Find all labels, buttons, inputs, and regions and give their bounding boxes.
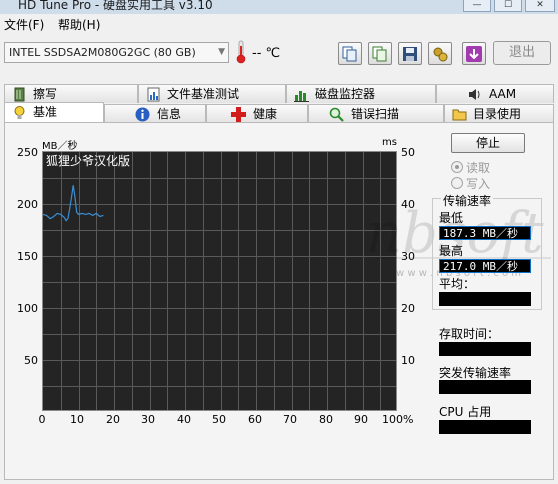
tab-label: 健康 [253, 107, 278, 121]
x-tick: 50 [212, 413, 226, 426]
y-tick-right: 50 [401, 146, 415, 159]
y-tick-right: 20 [401, 302, 415, 315]
tab-health[interactable]: 健康 [206, 104, 308, 123]
tab-label: AAM [489, 87, 517, 101]
x-tick: 20 [106, 413, 120, 426]
tab-disk-monitor[interactable]: 磁盘监控器 [286, 84, 436, 103]
download-icon [466, 46, 482, 62]
y-tick-right: 10 [401, 354, 415, 367]
minimize-button[interactable]: — [463, 0, 491, 12]
copy-all-button[interactable] [368, 42, 392, 65]
transfer-rate-title: 传输速率 [441, 192, 494, 209]
tab-label: 基准 [33, 105, 58, 119]
tab-label: 文件基准测试 [167, 87, 240, 101]
download-button[interactable] [462, 42, 486, 65]
tab-info[interactable]: 信息 [104, 104, 206, 123]
y-axis-left-unit: MB／秒 [42, 141, 78, 152]
read-radio[interactable] [451, 161, 463, 173]
tab-error-scan[interactable]: 错误扫描 [308, 104, 444, 123]
benchmark-icon [14, 106, 25, 119]
max-rate-value: 217.0 MB／秒 [439, 259, 531, 273]
tab-label: 擦写 [33, 87, 58, 101]
tab-aam[interactable]: AAM [436, 84, 554, 103]
x-tick: 90 [354, 413, 368, 426]
y-tick-left: 50 [24, 354, 38, 367]
tab-label: 错误扫描 [351, 107, 400, 121]
health-icon [231, 107, 246, 122]
close-button[interactable]: ✕ [525, 0, 555, 12]
save-button[interactable] [398, 42, 422, 65]
folder-icon [452, 109, 467, 121]
x-tick: 40 [177, 413, 191, 426]
y-tick-left: 150 [17, 250, 38, 263]
x-tick: 70 [283, 413, 297, 426]
drive-select[interactable]: INTEL SSDSA2M080G2GC (80 GB) ▼ [4, 42, 229, 63]
chart-svg [43, 152, 396, 410]
copy-button[interactable] [338, 42, 362, 65]
tab-folder-usage[interactable]: 目录使用 [444, 104, 554, 123]
window-title: HD Tune Pro - 硬盘实用工具 v3.10 [18, 0, 213, 12]
cpu-usage-label: CPU 占用 [439, 405, 492, 419]
y-axis-right-unit: ms [382, 137, 397, 148]
maximize-button[interactable]: ☐ [494, 0, 522, 12]
cpu-usage-value [439, 420, 531, 434]
avg-rate-label: 平均： [439, 277, 476, 291]
tab-label: 目录使用 [473, 107, 522, 121]
chart-annotation: 狐狸少爷汉化版 [46, 154, 131, 168]
x-tick: 80 [319, 413, 333, 426]
copy-icon [342, 46, 357, 62]
x-tick: 60 [248, 413, 262, 426]
min-rate-label: 最低 [439, 211, 464, 225]
y-tick-left: 200 [17, 198, 38, 211]
exit-button[interactable]: 退出 [493, 41, 551, 65]
disk-monitor-icon [294, 91, 309, 102]
stop-button[interactable]: 停止 [451, 133, 525, 153]
x-tick: 10 [70, 413, 84, 426]
save-icon [403, 47, 417, 61]
tab-erase[interactable]: 擦写 [4, 84, 138, 103]
min-rate-value: 187.3 MB／秒 [439, 226, 531, 240]
menu-help[interactable]: 帮助(H) [58, 16, 100, 33]
menu-file[interactable]: 文件(F) [4, 16, 44, 33]
eraser-icon [14, 87, 25, 102]
y-tick-left: 100 [17, 302, 38, 315]
write-radio-label: 写入 [466, 177, 491, 191]
burst-rate-value [439, 380, 531, 394]
x-tick: 0 [38, 413, 46, 426]
title-bar: HD Tune Pro - 硬盘实用工具 v3.10 — ☐ ✕ [0, 0, 558, 14]
burst-rate-label: 突发传输速率 [439, 366, 512, 380]
speaker-icon [469, 89, 480, 100]
write-radio[interactable] [451, 177, 463, 189]
error-scan-icon [329, 107, 344, 122]
max-rate-label: 最高 [439, 244, 464, 258]
x-tick: 100% [382, 413, 414, 426]
x-tick: 30 [141, 413, 155, 426]
options-button[interactable] [428, 42, 452, 65]
benchmark-chart: 狐狸少爷汉化版 [42, 151, 397, 411]
file-benchmark-icon [147, 87, 160, 102]
tab-label: 磁盘监控器 [315, 87, 376, 101]
transfer-rate-series-line [43, 185, 104, 222]
copy-all-icon [372, 46, 387, 62]
access-time-value [439, 342, 531, 356]
temperature-readout: -- ℃ [252, 46, 281, 61]
info-icon [135, 107, 150, 122]
avg-rate-value [439, 292, 531, 306]
access-time-label: 存取时间： [439, 327, 500, 341]
chevron-down-icon: ▼ [218, 47, 225, 57]
options-icon [433, 47, 448, 62]
tab-file-benchmark[interactable]: 文件基准测试 [138, 84, 286, 103]
tab-benchmark[interactable]: 基准 [4, 102, 104, 123]
read-radio-label: 读取 [466, 161, 491, 175]
y-tick-left: 250 [17, 146, 38, 159]
tab-label: 信息 [157, 107, 182, 121]
drive-select-value: INTEL SSDSA2M080G2GC (80 GB) [9, 46, 196, 59]
thermometer-icon [236, 40, 246, 64]
